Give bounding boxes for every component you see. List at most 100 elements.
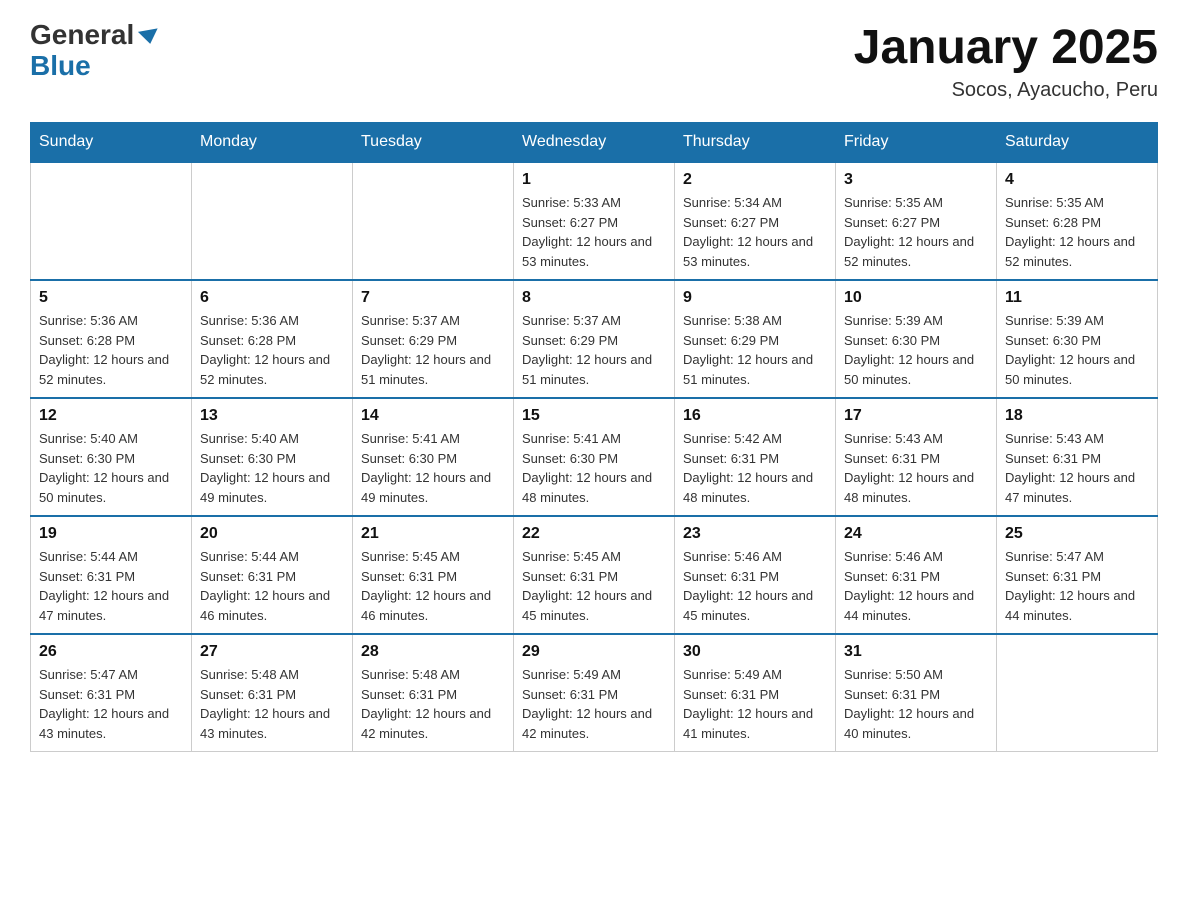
day-info: Sunrise: 5:34 AM Sunset: 6:27 PM Dayligh… (683, 193, 827, 271)
day-info: Sunrise: 5:45 AM Sunset: 6:31 PM Dayligh… (522, 547, 666, 625)
day-info: Sunrise: 5:48 AM Sunset: 6:31 PM Dayligh… (361, 665, 505, 743)
day-number: 27 (200, 643, 344, 661)
day-of-week-wednesday: Wednesday (514, 123, 675, 163)
title-area: January 2025 Socos, Ayacucho, Peru (854, 20, 1158, 102)
calendar-week-4: 19 Sunrise: 5:44 AM Sunset: 6:31 PM Dayli… (31, 516, 1158, 634)
day-number: 11 (1005, 289, 1149, 307)
calendar-cell: 4 Sunrise: 5:35 AM Sunset: 6:28 PM Daylig… (997, 162, 1158, 280)
calendar-cell: 23 Sunrise: 5:46 AM Sunset: 6:31 PM Dayli… (675, 516, 836, 634)
calendar-cell (997, 634, 1158, 752)
day-info: Sunrise: 5:49 AM Sunset: 6:31 PM Dayligh… (683, 665, 827, 743)
day-info: Sunrise: 5:47 AM Sunset: 6:31 PM Dayligh… (1005, 547, 1149, 625)
day-number: 9 (683, 289, 827, 307)
day-number: 26 (39, 643, 183, 661)
calendar-cell (192, 162, 353, 280)
calendar-cell: 3 Sunrise: 5:35 AM Sunset: 6:27 PM Daylig… (836, 162, 997, 280)
day-number: 3 (844, 171, 988, 189)
day-info: Sunrise: 5:40 AM Sunset: 6:30 PM Dayligh… (200, 429, 344, 507)
day-of-week-tuesday: Tuesday (353, 123, 514, 163)
calendar-week-3: 12 Sunrise: 5:40 AM Sunset: 6:30 PM Dayli… (31, 398, 1158, 516)
days-of-week-row: SundayMondayTuesdayWednesdayThursdayFrid… (31, 123, 1158, 163)
calendar-cell: 6Sunrise: 5:36 AM Sunset: 6:28 PM Daylig… (192, 280, 353, 398)
day-info: Sunrise: 5:33 AM Sunset: 6:27 PM Dayligh… (522, 193, 666, 271)
day-info: Sunrise: 5:41 AM Sunset: 6:30 PM Dayligh… (361, 429, 505, 507)
day-info: Sunrise: 5:39 AM Sunset: 6:30 PM Dayligh… (844, 311, 988, 389)
day-info: Sunrise: 5:48 AM Sunset: 6:31 PM Dayligh… (200, 665, 344, 743)
day-info: Sunrise: 5:44 AM Sunset: 6:31 PM Dayligh… (200, 547, 344, 625)
logo-triangle-icon (138, 28, 160, 45)
calendar-cell: 27 Sunrise: 5:48 AM Sunset: 6:31 PM Dayli… (192, 634, 353, 752)
day-info: Sunrise: 5:37 AM Sunset: 6:29 PM Dayligh… (522, 311, 666, 389)
day-number: 30 (683, 643, 827, 661)
day-of-week-saturday: Saturday (997, 123, 1158, 163)
calendar-cell: 19 Sunrise: 5:44 AM Sunset: 6:31 PM Dayli… (31, 516, 192, 634)
day-info: Sunrise: 5:40 AM Sunset: 6:30 PM Dayligh… (39, 429, 183, 507)
day-number: 24 (844, 525, 988, 543)
calendar-cell: 28 Sunrise: 5:48 AM Sunset: 6:31 PM Dayli… (353, 634, 514, 752)
day-number: 28 (361, 643, 505, 661)
calendar-cell: 7 Sunrise: 5:37 AM Sunset: 6:29 PM Daylig… (353, 280, 514, 398)
day-number: 20 (200, 525, 344, 543)
calendar-week-1: 1 Sunrise: 5:33 AM Sunset: 6:27 PM Daylig… (31, 162, 1158, 280)
calendar-week-5: 26 Sunrise: 5:47 AM Sunset: 6:31 PM Dayli… (31, 634, 1158, 752)
day-number: 17 (844, 407, 988, 425)
calendar-subtitle: Socos, Ayacucho, Peru (854, 79, 1158, 102)
day-number: 1 (522, 171, 666, 189)
calendar-cell: 31Sunrise: 5:50 AM Sunset: 6:31 PM Dayli… (836, 634, 997, 752)
calendar-cell: 9 Sunrise: 5:38 AM Sunset: 6:29 PM Daylig… (675, 280, 836, 398)
calendar-cell: 29 Sunrise: 5:49 AM Sunset: 6:31 PM Dayli… (514, 634, 675, 752)
calendar-cell: 22 Sunrise: 5:45 AM Sunset: 6:31 PM Dayli… (514, 516, 675, 634)
calendar-cell: 30 Sunrise: 5:49 AM Sunset: 6:31 PM Dayli… (675, 634, 836, 752)
calendar-cell: 13Sunrise: 5:40 AM Sunset: 6:30 PM Dayli… (192, 398, 353, 516)
day-number: 16 (683, 407, 827, 425)
day-info: Sunrise: 5:37 AM Sunset: 6:29 PM Dayligh… (361, 311, 505, 389)
day-number: 14 (361, 407, 505, 425)
day-number: 12 (39, 407, 183, 425)
day-info: Sunrise: 5:46 AM Sunset: 6:31 PM Dayligh… (683, 547, 827, 625)
day-info: Sunrise: 5:46 AM Sunset: 6:31 PM Dayligh… (844, 547, 988, 625)
calendar-cell: 21Sunrise: 5:45 AM Sunset: 6:31 PM Dayli… (353, 516, 514, 634)
day-number: 22 (522, 525, 666, 543)
day-number: 23 (683, 525, 827, 543)
day-info: Sunrise: 5:39 AM Sunset: 6:30 PM Dayligh… (1005, 311, 1149, 389)
calendar-cell: 16 Sunrise: 5:42 AM Sunset: 6:31 PM Dayli… (675, 398, 836, 516)
day-info: Sunrise: 5:49 AM Sunset: 6:31 PM Dayligh… (522, 665, 666, 743)
logo: General Blue (30, 20, 159, 82)
day-info: Sunrise: 5:35 AM Sunset: 6:28 PM Dayligh… (1005, 193, 1149, 271)
day-info: Sunrise: 5:41 AM Sunset: 6:30 PM Dayligh… (522, 429, 666, 507)
calendar-title: January 2025 (854, 20, 1158, 75)
day-info: Sunrise: 5:47 AM Sunset: 6:31 PM Dayligh… (39, 665, 183, 743)
day-number: 2 (683, 171, 827, 189)
day-info: Sunrise: 5:44 AM Sunset: 6:31 PM Dayligh… (39, 547, 183, 625)
calendar-cell: 11 Sunrise: 5:39 AM Sunset: 6:30 PM Dayli… (997, 280, 1158, 398)
day-number: 8 (522, 289, 666, 307)
calendar-cell: 25 Sunrise: 5:47 AM Sunset: 6:31 PM Dayli… (997, 516, 1158, 634)
day-number: 29 (522, 643, 666, 661)
day-number: 5 (39, 289, 183, 307)
day-number: 25 (1005, 525, 1149, 543)
day-number: 7 (361, 289, 505, 307)
day-info: Sunrise: 5:50 AM Sunset: 6:31 PM Dayligh… (844, 665, 988, 743)
logo-blue: Blue (30, 51, 159, 82)
day-number: 10 (844, 289, 988, 307)
calendar-header: SundayMondayTuesdayWednesdayThursdayFrid… (31, 123, 1158, 163)
day-info: Sunrise: 5:35 AM Sunset: 6:27 PM Dayligh… (844, 193, 988, 271)
day-number: 15 (522, 407, 666, 425)
calendar-cell (353, 162, 514, 280)
calendar-cell: 12 Sunrise: 5:40 AM Sunset: 6:30 PM Dayli… (31, 398, 192, 516)
calendar-body: 1 Sunrise: 5:33 AM Sunset: 6:27 PM Daylig… (31, 162, 1158, 752)
day-of-week-sunday: Sunday (31, 123, 192, 163)
day-number: 6 (200, 289, 344, 307)
day-info: Sunrise: 5:42 AM Sunset: 6:31 PM Dayligh… (683, 429, 827, 507)
calendar-cell: 8 Sunrise: 5:37 AM Sunset: 6:29 PM Daylig… (514, 280, 675, 398)
day-number: 19 (39, 525, 183, 543)
day-of-week-monday: Monday (192, 123, 353, 163)
calendar-cell: 20 Sunrise: 5:44 AM Sunset: 6:31 PM Dayli… (192, 516, 353, 634)
calendar-table: SundayMondayTuesdayWednesdayThursdayFrid… (30, 122, 1158, 752)
day-info: Sunrise: 5:38 AM Sunset: 6:29 PM Dayligh… (683, 311, 827, 389)
calendar-cell: 14 Sunrise: 5:41 AM Sunset: 6:30 PM Dayli… (353, 398, 514, 516)
page-header: General Blue January 2025 Socos, Ayacuch… (30, 20, 1158, 102)
day-number: 4 (1005, 171, 1149, 189)
day-info: Sunrise: 5:43 AM Sunset: 6:31 PM Dayligh… (1005, 429, 1149, 507)
day-of-week-friday: Friday (836, 123, 997, 163)
